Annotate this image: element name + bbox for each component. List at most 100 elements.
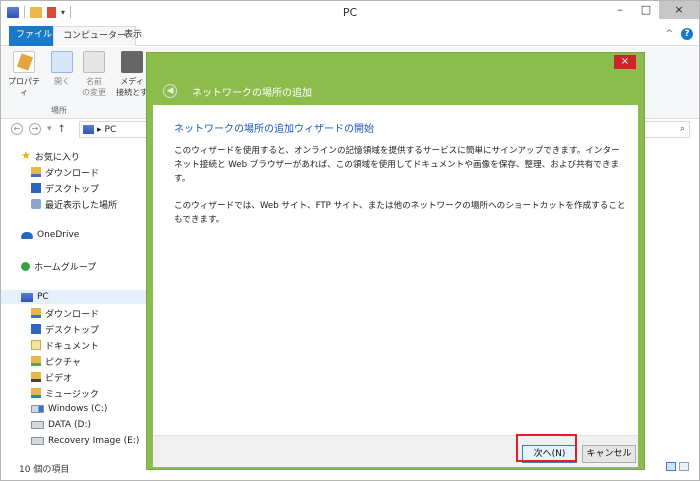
ribbon-right-controls: ^ ? xyxy=(665,28,693,40)
nav-label: ピクチャ xyxy=(45,357,81,368)
nav-item-favorites[interactable]: ★ お気に入り xyxy=(21,149,80,163)
nav-item-downloads[interactable]: ダウンロード xyxy=(31,165,99,179)
nav-item-pc-downloads[interactable]: ダウンロード xyxy=(31,306,99,320)
recent-dropdown-icon[interactable]: ▾ xyxy=(47,124,52,134)
help-icon[interactable]: ? xyxy=(681,28,693,40)
ribbon-tabs: ファイル コンピューター 表示 xyxy=(1,26,699,46)
desktop-icon xyxy=(31,183,41,193)
properties-button[interactable]: プロパティ xyxy=(7,51,41,98)
wizard-description: このウィザードを使用すると、オンラインの記憶領域を提供するサービスに簡単にサイン… xyxy=(174,146,620,184)
open-label: 開く xyxy=(54,77,70,86)
close-button[interactable]: × xyxy=(659,1,699,19)
nav-label: ミュージック xyxy=(45,389,99,400)
nav-label: Recovery Image (E:) xyxy=(48,436,140,446)
nav-item-homegroup[interactable]: ホームグループ xyxy=(21,259,96,273)
cancel-button[interactable]: キャンセル xyxy=(582,445,636,463)
window-title: PC xyxy=(342,6,358,19)
large-icons-view-icon[interactable] xyxy=(679,462,689,471)
window-controls: – □ × xyxy=(607,1,699,21)
nav-label: PC xyxy=(37,292,49,302)
forward-arrow-icon[interactable]: → xyxy=(29,123,41,135)
media-server-button[interactable]: メディ 接続とす xyxy=(115,51,149,98)
videos-folder-icon xyxy=(31,372,41,382)
title-bar: ▾ PC – □ × xyxy=(1,1,699,25)
documents-folder-icon xyxy=(31,340,41,350)
rename-label-2: の変更 xyxy=(82,88,106,97)
pc-icon xyxy=(83,125,94,134)
music-folder-icon xyxy=(31,388,41,398)
navigation-pane: ★ お気に入り ダウンロード デスクトップ 最近表示した場所 OneDrive … xyxy=(1,141,149,456)
maximize-button[interactable]: □ xyxy=(633,1,659,19)
nav-label: OneDrive xyxy=(37,230,80,240)
collapse-ribbon-icon[interactable]: ^ xyxy=(665,29,673,39)
nav-item-drive-d[interactable]: DATA (D:) xyxy=(31,418,91,432)
wizard-back-arrow-icon[interactable]: ◀ xyxy=(163,84,177,98)
nav-item-videos[interactable]: ビデオ xyxy=(31,370,72,384)
status-item-count: 10 個の項目 xyxy=(19,465,70,475)
wizard-content: ネットワークの場所の追加ウィザードの開始 このウィザードを使用すると、オンライン… xyxy=(153,105,638,435)
nav-item-pc[interactable]: PC xyxy=(1,290,149,304)
windows-drive-icon xyxy=(31,405,44,413)
media-label-2: 接続とす xyxy=(116,88,148,97)
wizard-description-shortcut: このウィザードでは、Web サイト、FTP サイト、または他のネットワークの場所… xyxy=(174,201,626,225)
up-arrow-icon[interactable]: ↑ xyxy=(58,124,66,135)
tab-file[interactable]: ファイル xyxy=(9,26,60,46)
nav-label: ダウンロード xyxy=(45,168,100,179)
details-view-icon[interactable] xyxy=(666,462,676,471)
nav-buttons: ← → ▾ ↑ xyxy=(11,123,66,135)
nav-label: デスクトップ xyxy=(45,184,100,195)
view-toggle xyxy=(666,462,689,471)
media-server-icon xyxy=(121,51,143,73)
rename-icon xyxy=(83,51,105,73)
drive-icon xyxy=(31,437,44,445)
search-icon: ⌕ xyxy=(679,124,685,134)
drive-icon xyxy=(31,421,44,429)
properties-label: プロパティ xyxy=(8,77,40,97)
ribbon-group-location: 場所 xyxy=(51,106,67,115)
breadcrumb-pc[interactable]: PC xyxy=(105,125,117,135)
tab-view[interactable]: 表示 xyxy=(115,26,151,46)
nav-label: Windows (C:) xyxy=(48,404,108,414)
nav-item-music[interactable]: ミュージック xyxy=(31,386,99,400)
nav-label: デスクトップ xyxy=(45,325,100,336)
breadcrumb-separator: ▸ xyxy=(97,124,102,135)
nav-item-drive-e[interactable]: Recovery Image (E:) xyxy=(31,434,139,448)
back-arrow-icon[interactable]: ← xyxy=(11,123,23,135)
nav-label: DATA (D:) xyxy=(48,420,92,430)
downloads-folder-icon xyxy=(31,167,41,177)
recent-places-icon xyxy=(31,199,41,209)
properties-icon xyxy=(13,51,35,73)
nav-label: ドキュメント xyxy=(45,341,100,352)
downloads-folder-icon xyxy=(31,308,41,318)
wizard-heading: ネットワークの場所の追加ウィザードの開始 xyxy=(174,124,374,135)
nav-item-pictures[interactable]: ピクチャ xyxy=(31,354,81,368)
nav-item-desktop[interactable]: デスクトップ xyxy=(31,181,99,195)
desktop-icon xyxy=(31,324,41,334)
rename-label-1: 名前 xyxy=(86,77,102,86)
minimize-button[interactable]: – xyxy=(607,1,633,19)
nav-label: お気に入り xyxy=(34,152,80,163)
wizard-title: ネットワークの場所の追加 xyxy=(192,88,312,99)
media-label-1: メディ xyxy=(120,77,144,86)
nav-item-onedrive[interactable]: OneDrive xyxy=(21,228,79,242)
wizard-close-button[interactable]: × xyxy=(614,55,636,69)
nav-item-drive-c[interactable]: Windows (C:) xyxy=(31,402,107,416)
rename-button[interactable]: 名前 の変更 xyxy=(77,51,111,98)
homegroup-icon xyxy=(21,261,30,271)
open-icon xyxy=(51,51,73,73)
star-icon: ★ xyxy=(21,149,31,162)
nav-item-pc-desktop[interactable]: デスクトップ xyxy=(31,322,99,336)
nav-label: ホームグループ xyxy=(34,262,97,273)
nav-item-recent[interactable]: 最近表示した場所 xyxy=(31,197,117,211)
open-button[interactable]: 開く xyxy=(45,51,79,87)
nav-label: ビデオ xyxy=(45,373,73,384)
address-bar[interactable]: ▸ PC xyxy=(79,121,153,138)
highlight-box xyxy=(516,434,577,462)
pictures-folder-icon xyxy=(31,356,41,366)
add-network-location-wizard: × ◀ ネットワークの場所の追加 ネットワークの場所の追加ウィザードの開始 この… xyxy=(146,52,645,470)
nav-item-documents[interactable]: ドキュメント xyxy=(31,338,99,352)
nav-label: ダウンロード xyxy=(45,309,100,320)
cloud-icon xyxy=(21,231,33,239)
nav-label: 最近表示した場所 xyxy=(45,200,118,211)
pc-icon xyxy=(21,292,33,302)
